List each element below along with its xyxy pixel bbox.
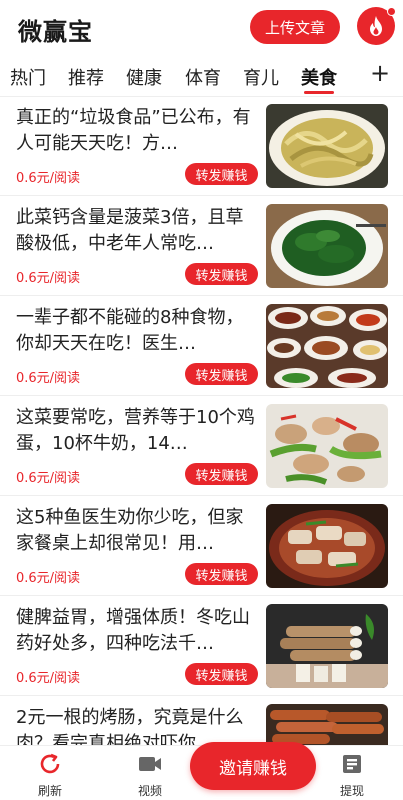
nav-withdraw-label: 提现 (339, 784, 364, 798)
notification-dot (387, 7, 396, 16)
share-earn-button[interactable]: 转发赚钱 (185, 163, 258, 185)
invite-earn-button[interactable]: 邀请赚钱 (190, 742, 316, 790)
price-per-read: 0.6元/阅读 (16, 671, 81, 686)
add-tab-icon[interactable]: + (370, 59, 390, 87)
article-title[interactable]: 这菜要常吃，营养等于10个鸡蛋，10杯牛奶，14… (16, 405, 260, 457)
flame-icon (370, 16, 382, 36)
list-item[interactable]: 此菜钙含量是菠菜3倍，且草酸极低，中老年人常吃… 0.6元/阅读 转发赚钱 (0, 197, 403, 296)
list-item[interactable]: 这5种鱼医生劝你少吃，但家家餐桌上却很常见！用… 0.6元/阅读 转发赚钱 (0, 497, 403, 596)
list-item[interactable]: 健脾益胃，增强体质！冬吃山药好处多，四种吃法千… 0.6元/阅读 转发赚钱 (0, 597, 403, 696)
list-item[interactable]: 真正的“垃圾食品”已公布，有人可能天天吃！方… 0.6元/阅读 转发赚钱 (0, 97, 403, 196)
article-thumbnail[interactable] (266, 204, 388, 288)
list-item[interactable]: 一辈子都不能碰的8种食物，你却天天在吃！医生… 0.6元/阅读 转发赚钱 (0, 297, 403, 396)
upload-article-button[interactable]: 上传文章 (250, 10, 340, 44)
nav-video-label: 视频 (137, 784, 162, 798)
tab-health[interactable]: 健康 (126, 64, 162, 90)
bottom-nav: 刷新 视频 邀请赚钱 提现 (0, 742, 403, 800)
hot-button[interactable] (357, 7, 396, 45)
list-item[interactable]: 这菜要常吃，营养等于10个鸡蛋，10杯牛奶，14… 0.6元/阅读 转发赚钱 (0, 397, 403, 496)
article-title[interactable]: 此菜钙含量是菠菜3倍，且草酸极低，中老年人常吃… (16, 205, 260, 257)
article-thumbnail[interactable] (266, 604, 388, 688)
tab-food[interactable]: 美食 (301, 64, 337, 90)
share-earn-button[interactable]: 转发赚钱 (185, 263, 258, 285)
nav-withdraw[interactable]: 提现 (322, 752, 382, 799)
app-header: 微赢宝 上传文章 (0, 0, 403, 55)
price-per-read: 0.6元/阅读 (16, 371, 81, 386)
price-per-read: 0.6元/阅读 (16, 271, 81, 286)
article-list[interactable]: 真正的“垃圾食品”已公布，有人可能天天吃！方… 0.6元/阅读 转发赚钱 此菜钙… (0, 97, 403, 745)
video-icon (139, 757, 161, 771)
price-per-read: 0.6元/阅读 (16, 171, 81, 186)
active-tab-indicator (304, 91, 334, 94)
tab-parenting[interactable]: 育儿 (243, 64, 279, 90)
share-earn-button[interactable]: 转发赚钱 (185, 663, 258, 685)
refresh-icon (40, 753, 60, 774)
app-title: 微赢宝 (18, 18, 93, 46)
share-earn-button[interactable]: 转发赚钱 (185, 463, 258, 485)
price-per-read: 0.6元/阅读 (16, 571, 81, 586)
list-item[interactable]: 2元一根的烤肠，究竟是什么肉？看完真相绝对吓你… (0, 697, 403, 745)
tab-sports[interactable]: 体育 (185, 64, 221, 90)
article-title[interactable]: 这5种鱼医生劝你少吃，但家家餐桌上却很常见！用… (16, 505, 260, 557)
nav-video[interactable]: 视频 (120, 752, 180, 799)
price-per-read: 0.6元/阅读 (16, 471, 81, 486)
share-earn-button[interactable]: 转发赚钱 (185, 363, 258, 385)
article-thumbnail[interactable] (266, 104, 388, 188)
article-thumbnail[interactable] (266, 704, 388, 745)
nav-refresh-label: 刷新 (37, 784, 62, 798)
tab-recommend[interactable]: 推荐 (68, 64, 104, 90)
article-title[interactable]: 一辈子都不能碰的8种食物，你却天天在吃！医生… (16, 305, 260, 357)
share-earn-button[interactable]: 转发赚钱 (185, 563, 258, 585)
withdraw-icon (343, 755, 361, 773)
article-thumbnail[interactable] (266, 404, 388, 488)
tab-hot[interactable]: 热门 (10, 64, 46, 90)
article-title[interactable]: 健脾益胃，增强体质！冬吃山药好处多，四种吃法千… (16, 605, 260, 657)
article-title[interactable]: 真正的“垃圾食品”已公布，有人可能天天吃！方… (16, 105, 260, 157)
article-thumbnail[interactable] (266, 504, 388, 588)
nav-refresh[interactable]: 刷新 (20, 752, 80, 799)
article-title[interactable]: 2元一根的烤肠，究竟是什么肉？看完真相绝对吓你… (16, 705, 260, 745)
article-thumbnail[interactable] (266, 304, 388, 388)
category-tabs: 热门 推荐 健康 体育 育儿 美食 + (0, 56, 403, 96)
